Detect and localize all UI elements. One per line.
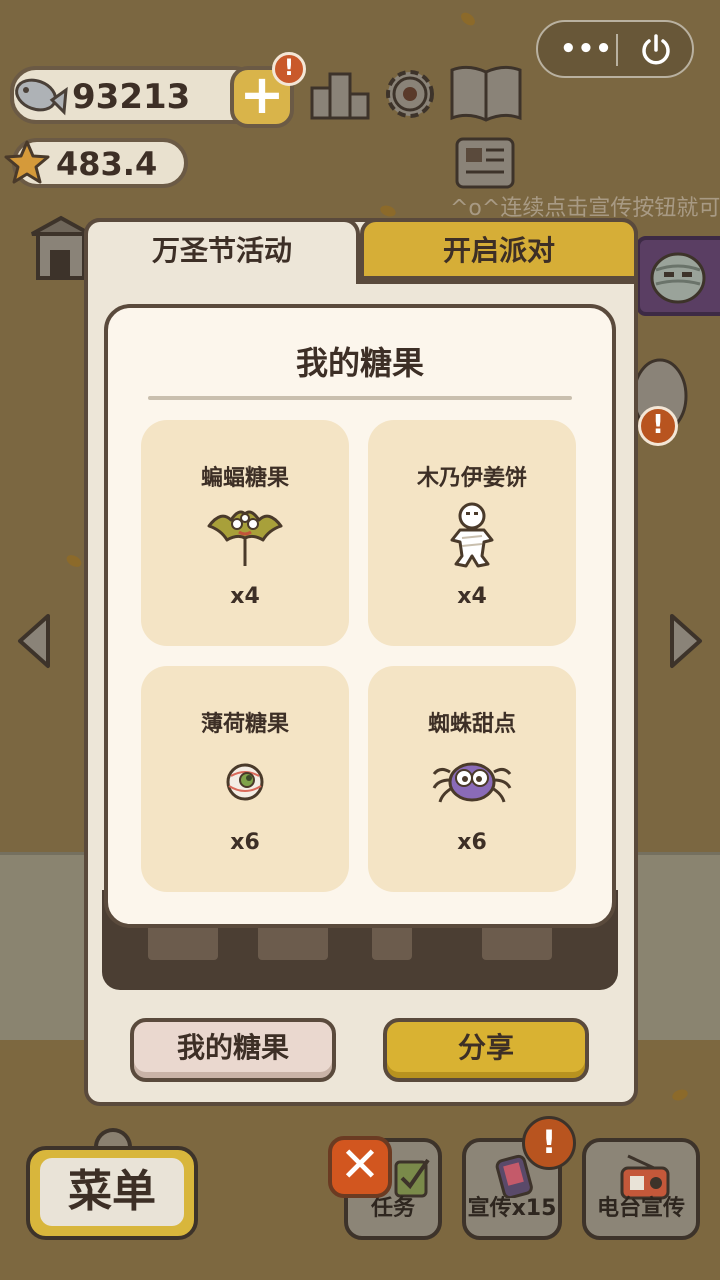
spider-dessert-icon xyxy=(432,762,512,803)
gear-icon[interactable] xyxy=(380,64,440,124)
menu-label: 菜单 xyxy=(40,1158,184,1226)
candy-item[interactable]: 蝙蝠糖果 x4 xyxy=(141,420,349,646)
candy-quantity: x6 xyxy=(230,830,260,855)
promote-label: 宣传x15 xyxy=(467,1196,557,1221)
fish-icon xyxy=(15,78,68,116)
candy-name: 蜘蛛甜点 xyxy=(427,712,516,737)
share-button[interactable]: 分享 xyxy=(383,1018,589,1082)
card-title: 我的糖果 xyxy=(295,344,424,382)
candy-name: 木乃伊姜饼 xyxy=(416,466,527,491)
capsule-divider xyxy=(616,34,618,66)
mummy-gingerbread-icon xyxy=(450,502,494,568)
arrow-left-icon[interactable] xyxy=(14,612,56,670)
candy-item[interactable]: 蜘蛛甜点 x6 xyxy=(368,666,576,892)
my-candy-button[interactable]: 我的糖果 xyxy=(130,1018,336,1082)
tab-start-party[interactable]: 开启派对 xyxy=(360,218,638,282)
star-count: 483.4 xyxy=(56,145,158,183)
close-button[interactable]: ✕ xyxy=(328,1136,392,1198)
character-portrait[interactable] xyxy=(636,236,720,316)
candy-item[interactable]: 木乃伊姜饼 x4 xyxy=(368,420,576,646)
mummy-face-icon xyxy=(650,252,706,304)
power-icon[interactable] xyxy=(638,32,674,68)
candy-name: 薄荷糖果 xyxy=(200,712,289,737)
newspaper-icon[interactable] xyxy=(454,136,516,192)
arrow-right-icon[interactable] xyxy=(664,612,706,670)
more-options-icon[interactable]: ••• xyxy=(560,34,613,64)
candy-quantity: x4 xyxy=(230,584,260,609)
radio-promote-label: 电台宣传 xyxy=(596,1196,685,1221)
tab-underline xyxy=(360,276,638,284)
candy-name: 蝙蝠糖果 xyxy=(200,466,289,491)
candy-quantity: x6 xyxy=(457,830,487,855)
radio-promote-button[interactable]: 电台宣传 xyxy=(582,1138,700,1240)
bat-candy-icon xyxy=(207,510,283,566)
mint-candy-icon xyxy=(226,763,264,801)
candy-quantity: x4 xyxy=(457,584,487,609)
ranking-icon[interactable] xyxy=(308,64,372,124)
side-alert-icon: ! xyxy=(638,406,678,446)
candy-item[interactable]: 薄荷糖果 x6 xyxy=(141,666,349,892)
alert-badge-icon: ! xyxy=(272,52,306,86)
miniprogram-capsule: ••• xyxy=(536,20,694,78)
promote-alert-icon: ! xyxy=(522,1116,576,1170)
title-divider xyxy=(148,396,572,400)
menu-button[interactable]: 菜单 xyxy=(26,1146,198,1240)
star-icon xyxy=(4,140,50,184)
fish-count: 93213 xyxy=(72,77,191,117)
book-icon[interactable] xyxy=(448,62,524,126)
tab-halloween-event[interactable]: 万圣节活动 xyxy=(84,218,360,284)
